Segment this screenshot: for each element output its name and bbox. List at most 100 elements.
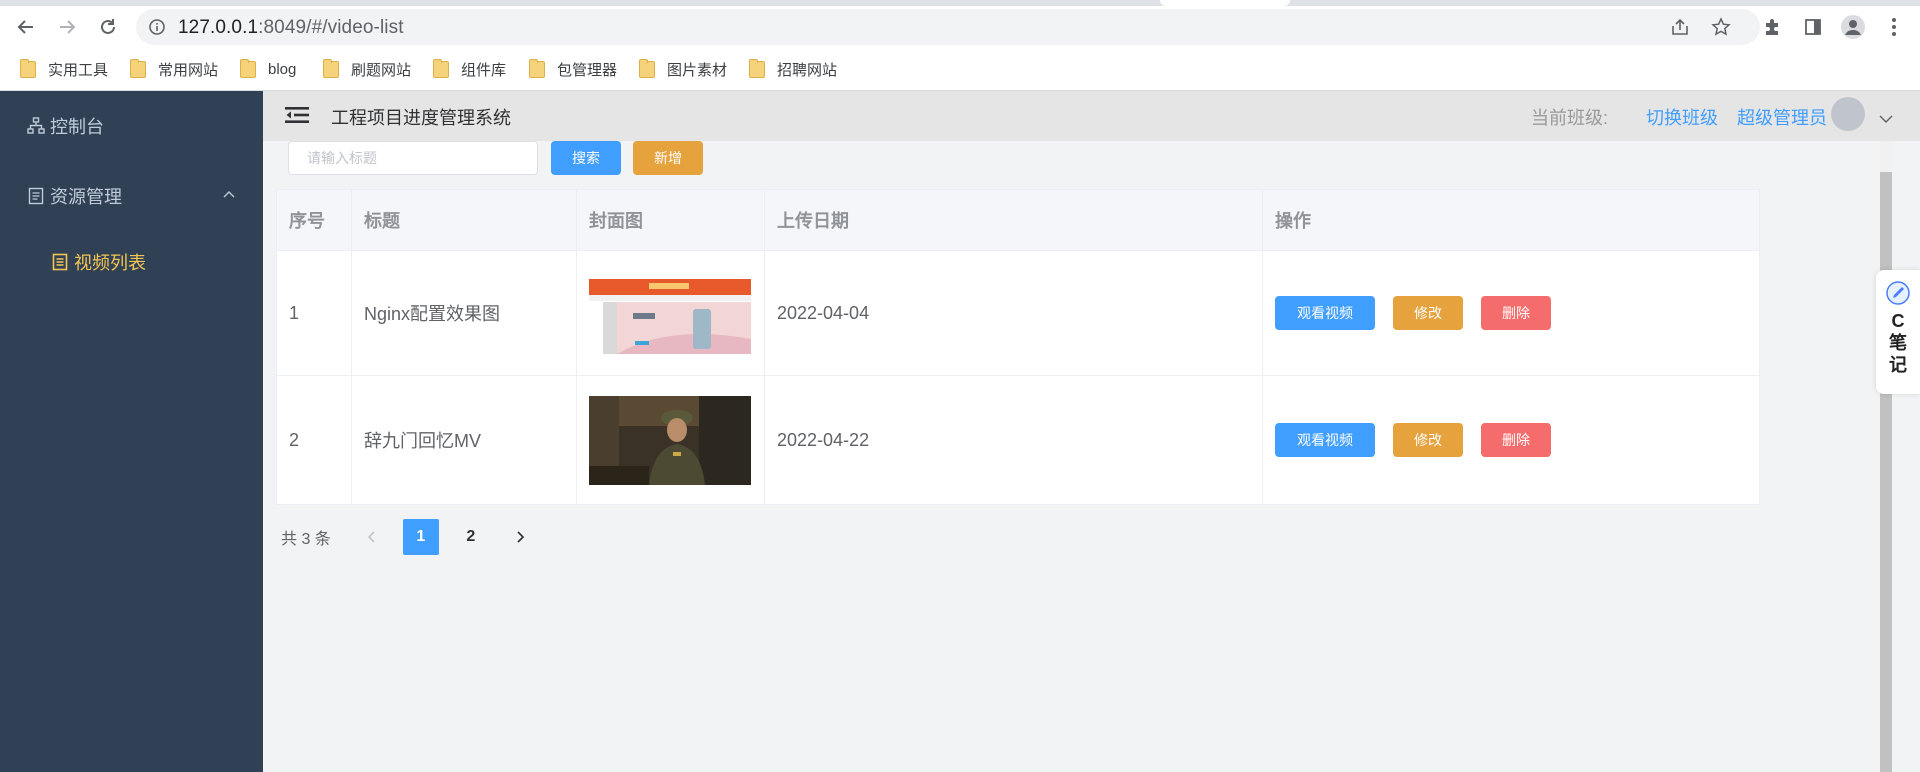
bookmark-item[interactable]: 包管理器 [529,58,617,80]
folder-icon [20,58,36,78]
bookmark-item[interactable]: blog [240,58,296,80]
arrow-right-icon [60,20,76,34]
bookmark-item[interactable]: 招聘网站 [749,58,837,80]
chevron-left-icon [367,531,375,543]
puzzle-icon [1766,19,1778,35]
cover-cell [577,251,765,375]
profile-icon [1841,15,1865,39]
video-table: 序号 标题 封面图 上传日期 操作 1 Nginx配置效果图 2022-04-0… [276,189,1760,505]
info-icon[interactable] [148,18,166,36]
sitemap-icon [26,116,46,136]
list-icon [52,253,68,271]
table-row: 2 辞九门回忆MV 2022-04-22 观看视频 修改 删除 [277,376,1759,504]
bookmark-item[interactable]: 常用网站 [130,58,218,80]
pagination: 共 3 条 1 2 [281,519,553,555]
page-title: 工程项目进度管理系统 [331,108,511,128]
bookmark-label: 常用网站 [158,61,219,79]
row-actions: 观看视频 修改 删除 [1263,251,1759,375]
column-header: 封面图 [577,190,765,250]
current-class-label: 当前班级: [1531,108,1609,128]
extensions-button[interactable] [1758,13,1786,41]
delete-button[interactable]: 删除 [1481,296,1551,330]
collapse-menu-icon[interactable] [285,105,309,125]
bookmark-label: 图片素材 [667,61,728,79]
sidebar-item-resources[interactable]: 资源管理 [0,168,263,224]
bookmark-item[interactable]: 刷题网站 [323,58,411,80]
table-row: 1 Nginx配置效果图 2022-04-04 观看视频 修改 删除 [277,251,1759,376]
row-title: Nginx配置效果图 [352,251,577,375]
sidebar-item-label: 视频列表 [74,253,146,273]
edit-button[interactable]: 修改 [1393,423,1463,457]
back-button[interactable] [12,13,40,41]
row-date: 2022-04-22 [765,376,1263,504]
prev-page-button[interactable] [353,519,389,555]
bookmark-label: 实用工具 [48,61,109,79]
csdn-notes-widget[interactable]: C笔记 [1876,270,1920,394]
edit-button[interactable]: 修改 [1393,296,1463,330]
browser-menu-button[interactable] [1880,13,1908,41]
note-pen-icon [1886,281,1910,305]
sidebar: 控制台 资源管理 视频列表 [0,91,263,772]
table-header-row: 序号 标题 封面图 上传日期 操作 [277,190,1759,251]
browser-chrome: 127.0.0.1:8049/#/video-list 实用工具 常用网站 bl… [0,0,1920,90]
address-bar[interactable]: 127.0.0.1:8049/#/video-list [136,9,1760,45]
row-index: 1 [277,251,352,375]
bookmark-label: blog [268,60,297,78]
profile-button[interactable] [1839,13,1867,41]
bookmark-item[interactable]: 组件库 [433,58,506,80]
kebab-menu-icon [1892,18,1896,36]
reload-button[interactable] [94,13,122,41]
watch-video-button[interactable]: 观看视频 [1275,296,1375,330]
bookmark-label: 包管理器 [557,61,618,79]
cover-image[interactable] [589,268,751,358]
avatar[interactable] [1831,97,1865,131]
active-tab-edge[interactable] [1160,0,1290,6]
folder-icon [639,58,655,78]
row-date: 2022-04-04 [765,251,1263,375]
search-input[interactable] [288,141,538,175]
sidebar-item-dashboard[interactable]: 控制台 [0,98,263,154]
column-header: 标题 [352,190,577,250]
side-panel-icon [1805,19,1821,35]
folder-icon [323,58,339,78]
bookmark-label: 招聘网站 [777,61,838,79]
chevron-up-icon [223,191,235,198]
next-page-button[interactable] [503,519,539,555]
share-icon[interactable] [1670,17,1690,37]
bookmarks-bar: 实用工具 常用网站 blog 刷题网站 组件库 包管理器 图片素材 招聘网站 [0,54,1920,82]
column-header: 上传日期 [765,190,1263,250]
sidebar-item-video-list[interactable]: 视频列表 [0,234,263,290]
switch-class-link[interactable]: 切换班级 [1646,104,1718,130]
page-button[interactable]: 1 [402,519,439,555]
folder-icon [529,58,545,78]
tab-strip [0,0,1920,6]
search-button[interactable]: 搜索 [551,141,621,175]
folder-icon [240,58,256,78]
column-header: 序号 [277,190,352,250]
star-icon[interactable] [1711,17,1731,37]
forward-button[interactable] [53,13,81,41]
total-count: 共 3 条 [281,531,331,548]
user-name[interactable]: 超级管理员 [1737,104,1827,130]
chevron-down-icon[interactable] [1879,115,1893,124]
side-panel-button[interactable] [1799,13,1827,41]
arrow-left-icon [17,20,33,34]
cover-cell [577,376,765,504]
column-header: 操作 [1275,211,1311,231]
add-button[interactable]: 新增 [633,141,703,175]
folder-icon [433,58,449,78]
watch-video-button[interactable]: 观看视频 [1275,423,1375,457]
folder-icon [130,58,146,78]
url-text: 127.0.0.1:8049/#/video-list [178,17,404,38]
bookmark-item[interactable]: 图片素材 [639,58,727,80]
page-button[interactable]: 2 [453,519,489,555]
scrollbar-thumb[interactable] [1880,172,1892,772]
delete-button[interactable]: 删除 [1481,423,1551,457]
cover-image[interactable] [589,395,751,485]
bookmark-label: 组件库 [461,61,507,79]
document-icon [26,186,46,206]
folder-icon [749,58,765,78]
bookmark-item[interactable]: 实用工具 [20,58,108,80]
app-header: 工程项目进度管理系统 当前班级: 切换班级 超级管理员 [263,91,1920,141]
main-content: 搜索 新增 序号 标题 封面图 上传日期 操作 1 Nginx配置效果图 [263,141,1920,772]
